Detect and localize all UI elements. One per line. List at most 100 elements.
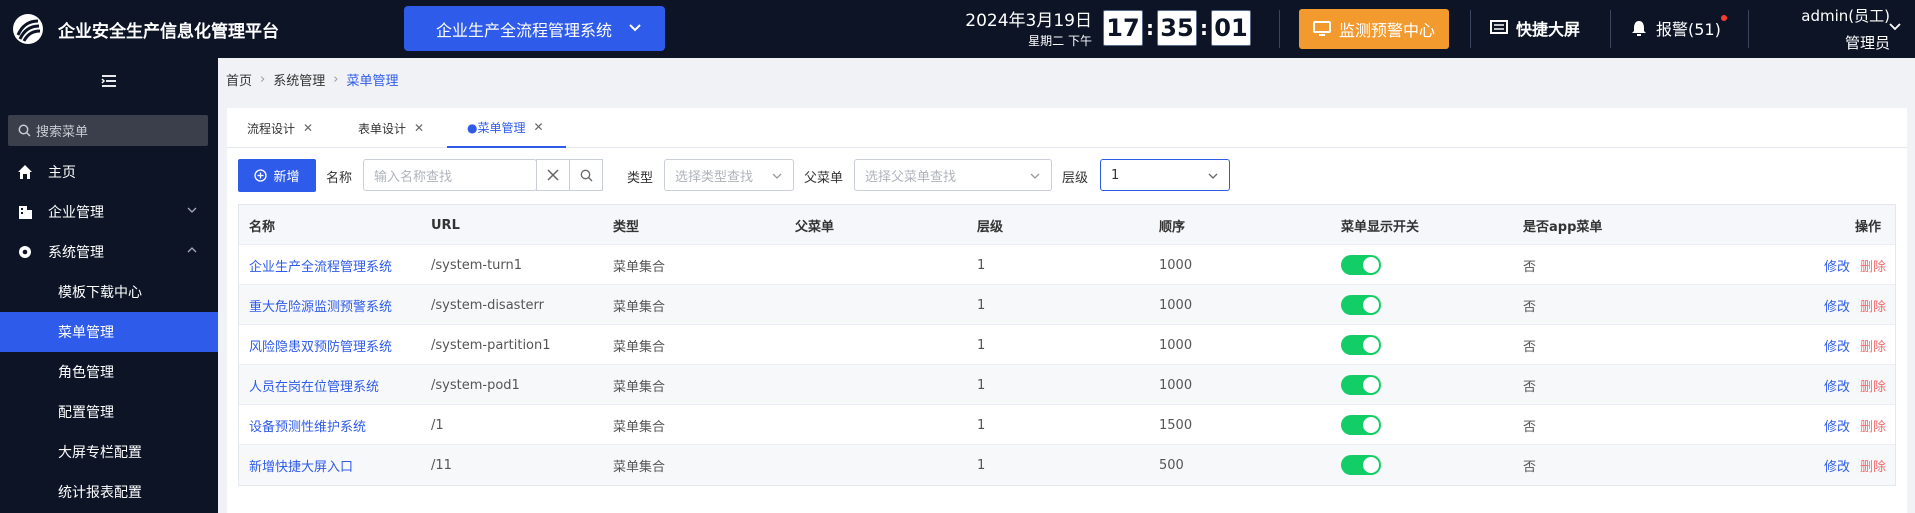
sidebar-sub-item[interactable]: 统计报表配置 [0, 472, 218, 512]
menu-url: /11 [431, 457, 452, 473]
delete-link[interactable]: 删除 [1860, 376, 1886, 395]
level-filter-select[interactable]: 1 [1100, 159, 1230, 191]
column-header: 操作 [1855, 219, 1882, 235]
breadcrumb-home[interactable]: 首页 [226, 70, 252, 89]
edit-link[interactable]: 修改 [1824, 456, 1850, 475]
edit-link[interactable]: 修改 [1824, 416, 1850, 435]
row-actions: 修改 删除 [1824, 405, 1886, 445]
user-menu[interactable]: admin(员工) 管理员 [1760, 3, 1901, 57]
menu-collapse-icon[interactable] [100, 72, 118, 90]
delete-link[interactable]: 删除 [1860, 256, 1886, 275]
menu-name-link[interactable]: 重大危险源监测预警系统 [249, 285, 392, 325]
menu-url: /system-turn1 [431, 257, 523, 273]
show-toggle[interactable] [1341, 255, 1381, 275]
menu-order: 1000 [1159, 297, 1193, 313]
is-app-menu: 否 [1523, 379, 1537, 395]
table-row: 设备预测性维护系统 /1 菜单集合 1 1500 否 修改 删除 [239, 405, 1895, 445]
parent-filter-select[interactable]: 选择父菜单查找 [854, 159, 1052, 191]
table-row: 新增快捷大屏入口 /11 菜单集合 1 500 否 修改 删除 [239, 445, 1895, 485]
edit-link[interactable]: 修改 [1824, 376, 1850, 395]
building-icon [19, 206, 32, 219]
show-toggle[interactable] [1341, 295, 1381, 315]
delete-link[interactable]: 删除 [1860, 456, 1886, 475]
sidebar-item-system[interactable]: 系统管理 [0, 232, 218, 272]
edit-link[interactable]: 修改 [1824, 256, 1850, 275]
close-icon[interactable]: ✕ [414, 121, 424, 135]
close-icon[interactable]: ✕ [533, 120, 543, 134]
menu-search-placeholder: 搜索菜单 [36, 125, 89, 140]
monitor-center-button[interactable]: 监测预警中心 [1299, 9, 1449, 49]
clear-button[interactable] [536, 159, 570, 191]
main-content: 流程设计 ✕ 表单设计 ✕ ●菜单管理 ✕ 新增 名称 输入名称查找 类型 选择… [227, 108, 1907, 513]
is-app-menu: 否 [1523, 459, 1537, 475]
name-filter-placeholder: 输入名称查找 [374, 169, 453, 185]
show-toggle-cell [1341, 245, 1381, 285]
show-toggle[interactable] [1341, 335, 1381, 355]
divider [1470, 10, 1471, 48]
level-filter-value: 1 [1111, 167, 1120, 183]
delete-link[interactable]: 删除 [1860, 336, 1886, 355]
sidebar-sub-item[interactable]: 角色管理 [0, 352, 218, 392]
type-filter-select[interactable]: 选择类型查找 [664, 159, 794, 191]
breadcrumb-current: 菜单管理 [346, 74, 399, 89]
chevron-down-icon [629, 24, 641, 32]
menu-name-link[interactable]: 设备预测性维护系统 [249, 405, 366, 445]
menu-name-link[interactable]: 风险隐患双预防管理系统 [249, 325, 392, 365]
add-button[interactable]: 新增 [238, 159, 316, 192]
quick-screen-button[interactable]: 快捷大屏 [1490, 16, 1580, 40]
type-filter-placeholder: 选择类型查找 [675, 169, 754, 185]
menu-name-link[interactable]: 企业生产全流程管理系统 [249, 245, 392, 285]
menu-name-link[interactable]: 新增快捷大屏入口 [249, 445, 353, 485]
menu-search-input[interactable]: 搜索菜单 [8, 115, 208, 146]
parent-filter-placeholder: 选择父菜单查找 [865, 169, 957, 185]
level-filter-label: 层级 [1062, 171, 1089, 186]
user-role: 管理员 [1844, 34, 1890, 52]
sidebar-sub-item-active[interactable]: 菜单管理 [0, 312, 218, 352]
menu-type: 菜单集合 [613, 259, 666, 275]
edit-link[interactable]: 修改 [1824, 296, 1850, 315]
delete-link[interactable]: 删除 [1860, 416, 1886, 435]
column-header: 菜单显示开关 [1341, 219, 1420, 235]
sidebar-item-enterprise[interactable]: 企业管理 [0, 192, 218, 232]
sidebar-sub-item[interactable]: 大屏专栏配置 [0, 432, 218, 472]
close-icon[interactable]: ✕ [303, 121, 313, 135]
menu-type: 菜单集合 [613, 419, 666, 435]
row-actions: 修改 删除 [1824, 325, 1886, 365]
menu-table: 名称 URL 类型 父菜单 层级 顺序 菜单显示开关 是否app菜单 操作 企业… [238, 204, 1896, 486]
show-toggle-cell [1341, 325, 1381, 365]
quick-screen-label: 快捷大屏 [1516, 20, 1581, 39]
name-filter-input[interactable]: 输入名称查找 [363, 159, 537, 191]
chevron-down-icon [1030, 173, 1040, 179]
show-toggle-cell [1341, 285, 1381, 325]
column-header: 顺序 [1159, 219, 1186, 235]
show-toggle[interactable] [1341, 455, 1381, 475]
search-button[interactable] [569, 159, 603, 191]
sidebar-sub-item[interactable]: 模板下载中心 [0, 272, 218, 312]
system-select[interactable]: 企业生产全流程管理系统 [404, 6, 665, 51]
delete-link[interactable]: 删除 [1860, 296, 1886, 315]
search-icon [580, 169, 592, 181]
show-toggle[interactable] [1341, 375, 1381, 395]
alarm-button[interactable]: 报警(51) [1630, 15, 1727, 40]
app-title: 企业安全生产信息化管理平台 [58, 22, 279, 42]
is-app-menu: 否 [1523, 419, 1537, 435]
sidebar-item-label: 主页 [48, 165, 76, 181]
tab-process-design[interactable]: 流程设计 ✕ [247, 108, 313, 148]
tab-label: ●菜单管理 [467, 120, 526, 135]
breadcrumb: 首页 › 系统管理 › 菜单管理 [226, 70, 398, 89]
menu-type: 菜单集合 [613, 299, 666, 315]
edit-link[interactable]: 修改 [1824, 336, 1850, 355]
clock-hours: 17 [1103, 10, 1143, 46]
row-actions: 修改 删除 [1824, 285, 1886, 325]
sidebar-sub-item[interactable]: 配置管理 [0, 392, 218, 432]
tab-bar: 流程设计 ✕ 表单设计 ✕ ●菜单管理 ✕ [227, 108, 1907, 148]
sidebar-item-home[interactable]: 主页 [0, 152, 218, 192]
row-actions: 修改 删除 [1824, 365, 1886, 405]
show-toggle[interactable] [1341, 415, 1381, 435]
tab-menu-management[interactable]: ●菜单管理 ✕ [447, 108, 566, 148]
breadcrumb-system[interactable]: 系统管理 [273, 70, 325, 89]
column-header: 类型 [613, 219, 640, 235]
sidebar-item-label: 系统管理 [48, 245, 104, 261]
menu-name-link[interactable]: 人员在岗在位管理系统 [249, 365, 379, 405]
tab-form-design[interactable]: 表单设计 ✕ [358, 108, 424, 148]
